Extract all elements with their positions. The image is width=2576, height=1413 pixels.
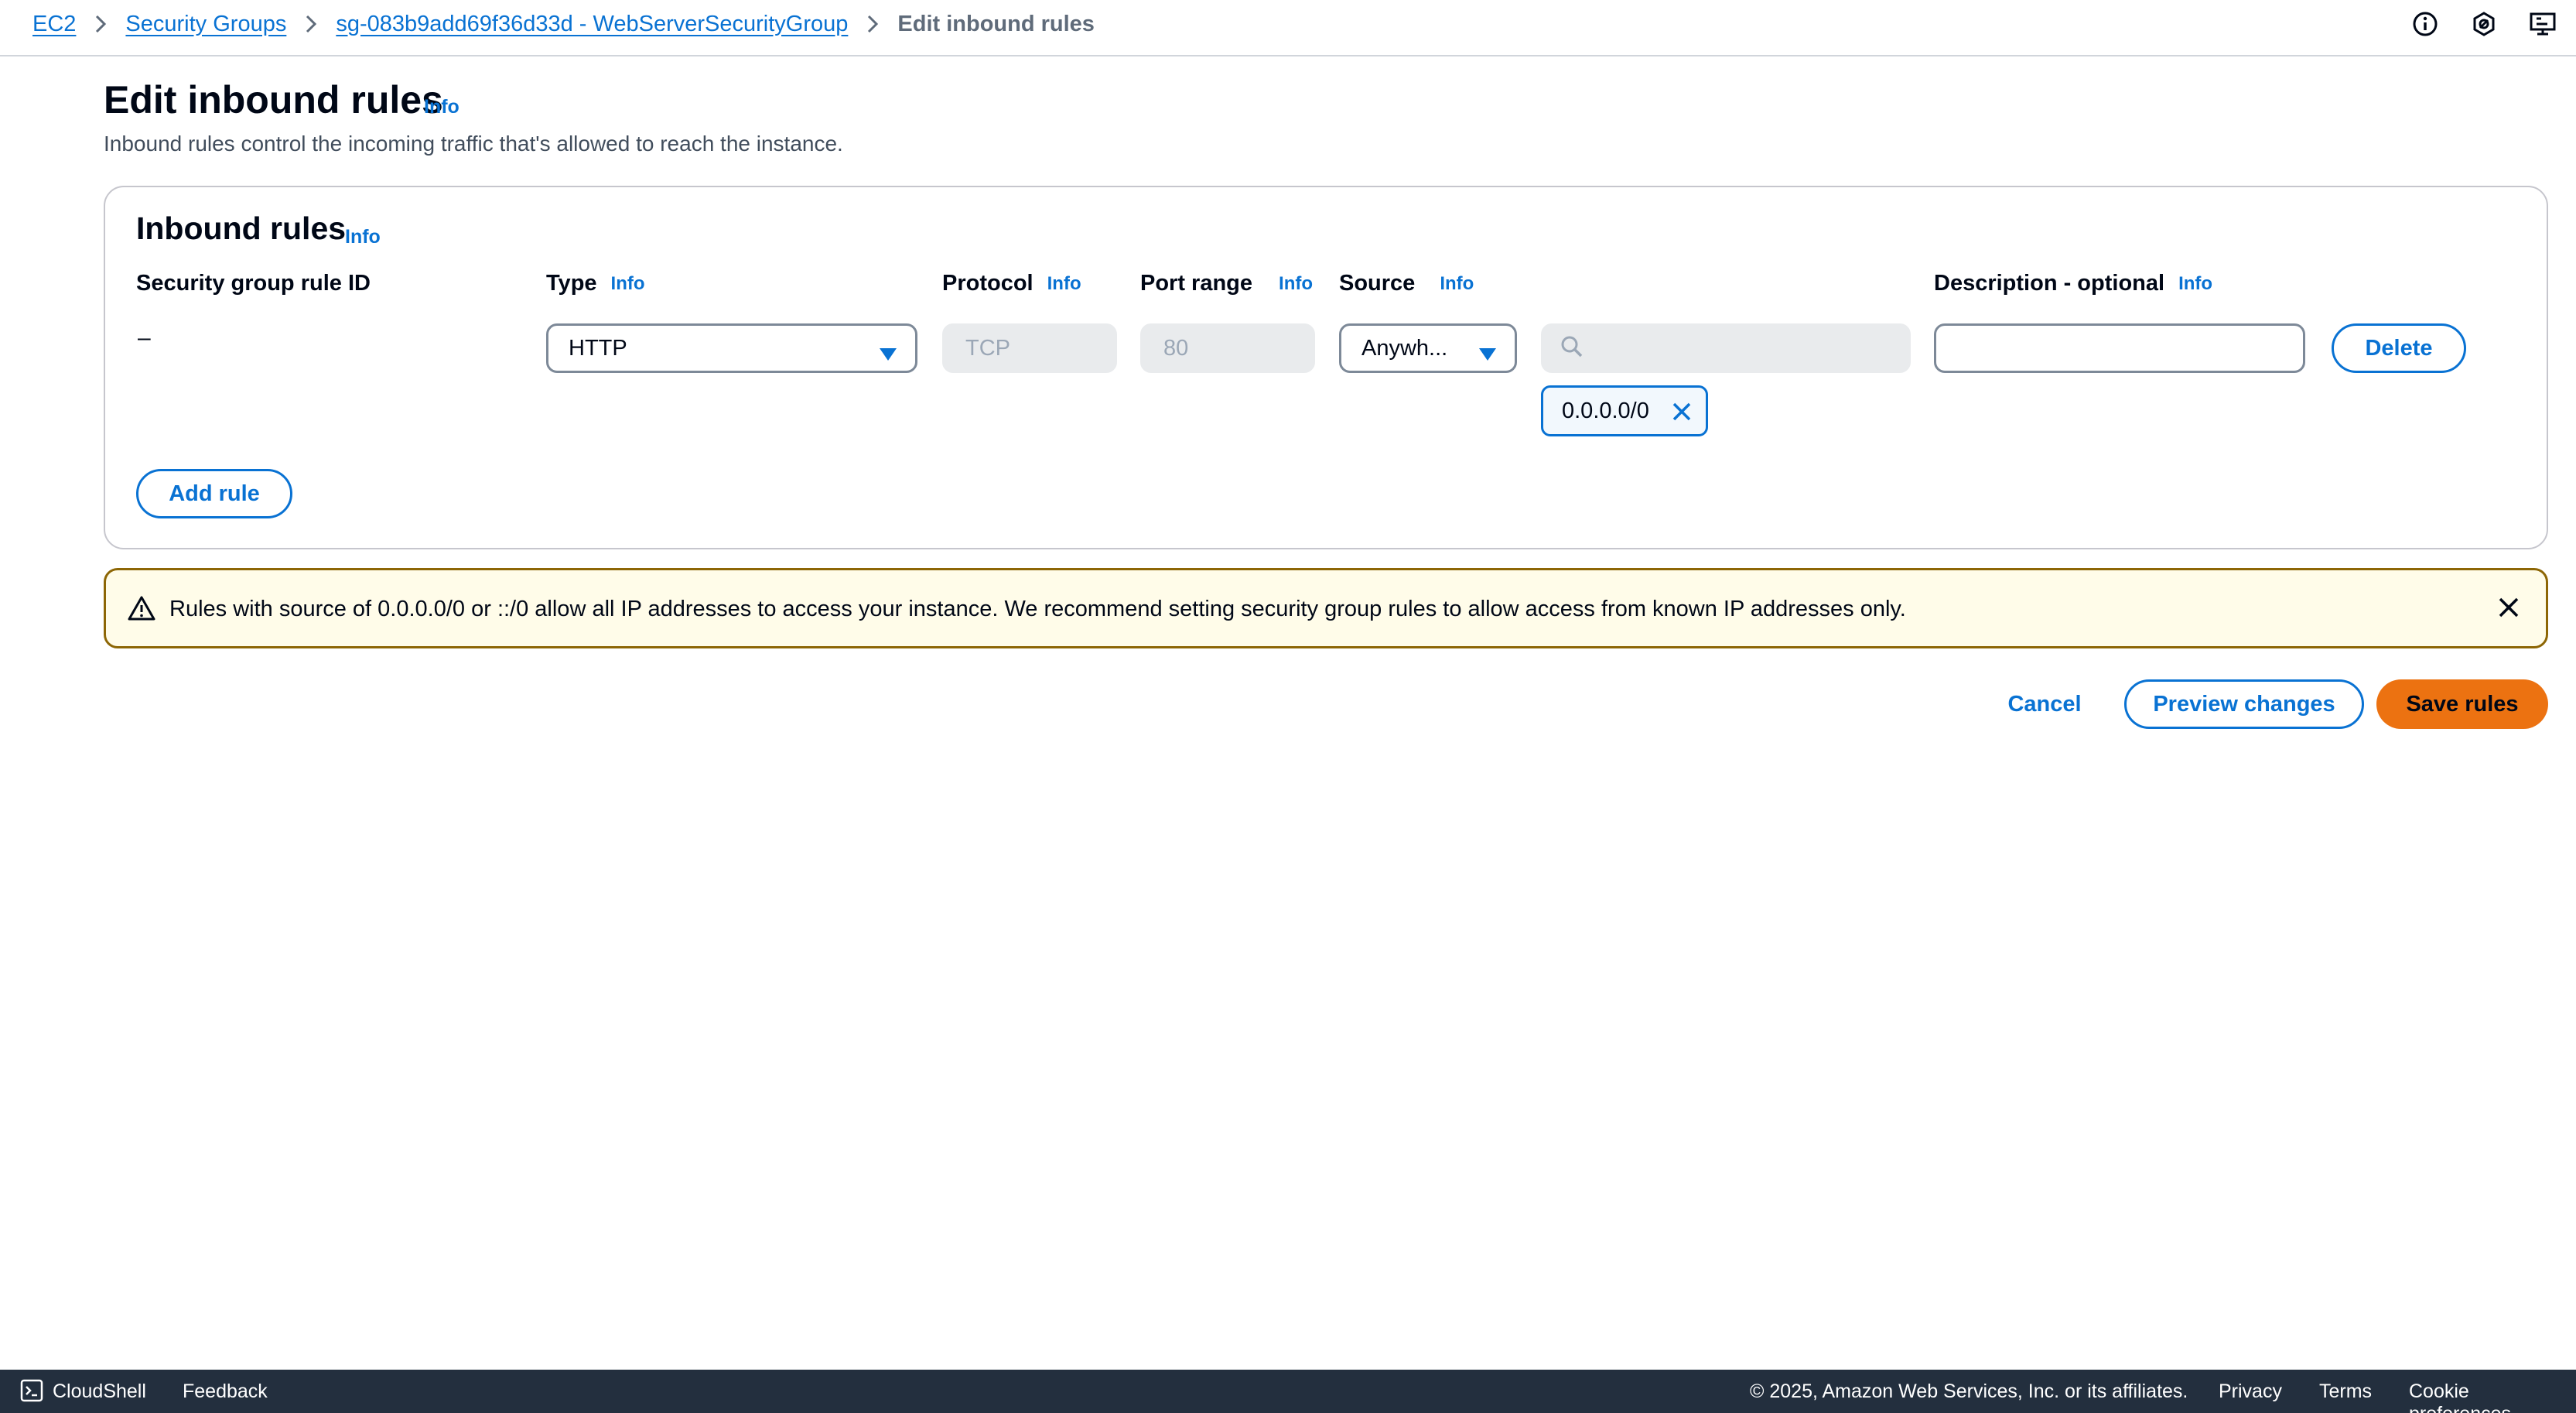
top-navigation-bar: EC2 Security Groups sg-083b9add69f36d33d… [0, 0, 2576, 56]
description-info-link[interactable]: Info [2178, 273, 2212, 295]
column-header-type: Type Info [546, 271, 645, 296]
chevron-right-icon [76, 13, 125, 35]
settings-icon[interactable] [2526, 8, 2559, 40]
column-header-rule-id: Security group rule ID [136, 271, 371, 296]
cidr-search-input[interactable] [1541, 323, 1911, 373]
type-info-link[interactable]: Info [611, 273, 645, 295]
notifications-icon[interactable] [2468, 8, 2500, 40]
close-icon[interactable] [2495, 594, 2523, 625]
add-rule-button[interactable]: Add rule [136, 469, 292, 518]
terms-link[interactable]: Terms [2319, 1380, 2372, 1403]
remove-token-icon[interactable] [1670, 400, 1693, 429]
port-range-input: 80 [1140, 323, 1315, 373]
source-info-link[interactable]: Info [1440, 273, 1474, 295]
chevron-right-icon [286, 13, 336, 35]
source-select[interactable]: Anywh... [1339, 323, 1517, 373]
cidr-token-label: 0.0.0.0/0 [1562, 398, 1649, 423]
top-icon-group [2409, 8, 2559, 40]
save-rules-button[interactable]: Save rules [2376, 679, 2548, 729]
column-header-description: Description - optional Info [1934, 271, 2212, 296]
protocol-value: TCP [965, 335, 1010, 361]
caret-down-icon [1478, 343, 1498, 368]
preview-changes-button[interactable]: Preview changes [2124, 679, 2364, 729]
breadcrumb-current: Edit inbound rules [897, 11, 1095, 36]
search-icon [1560, 334, 1584, 363]
delete-rule-button[interactable]: Delete [2332, 323, 2466, 373]
cloudshell-link[interactable]: CloudShell [53, 1380, 146, 1403]
column-label-description: Description - optional [1934, 271, 2165, 296]
warning-alert: Rules with source of 0.0.0.0/0 or ::/0 a… [104, 568, 2548, 648]
breadcrumb-security-groups[interactable]: Security Groups [125, 12, 286, 37]
page-title: Edit inbound rules [104, 78, 443, 121]
column-header-protocol: Protocol Info [942, 271, 1081, 296]
column-label-port-range: Port range [1140, 271, 1253, 296]
breadcrumb: EC2 Security Groups sg-083b9add69f36d33d… [32, 0, 1095, 48]
column-label-type: Type [546, 271, 597, 296]
console-footer: CloudShell Feedback © 2025, Amazon Web S… [0, 1370, 2576, 1413]
feedback-link[interactable]: Feedback [183, 1380, 268, 1403]
port-range-value: 80 [1163, 335, 1189, 361]
warning-alert-text: Rules with source of 0.0.0.0/0 or ::/0 a… [169, 597, 1906, 621]
column-label-rule-id: Security group rule ID [136, 271, 371, 296]
copyright-text: © 2025, Amazon Web Services, Inc. or its… [1750, 1380, 2188, 1402]
port-range-info-link[interactable]: Info [1279, 273, 1313, 295]
rule-id-value: – [138, 325, 151, 351]
description-input[interactable] [1934, 323, 2305, 373]
page-title-info-link[interactable]: Info [424, 96, 460, 118]
source-select-value: Anywh... [1361, 335, 1448, 361]
cookie-preferences-link[interactable]: Cookie preferences [2409, 1380, 2576, 1413]
cidr-token: 0.0.0.0/0 [1541, 385, 1708, 436]
column-label-protocol: Protocol [942, 271, 1033, 296]
breadcrumb-security-group[interactable]: sg-083b9add69f36d33d - WebServerSecurity… [336, 12, 848, 37]
page-description: Inbound rules control the incoming traff… [104, 132, 843, 156]
protocol-info-link[interactable]: Info [1047, 273, 1081, 295]
privacy-link[interactable]: Privacy [2219, 1380, 2282, 1403]
info-circle-icon[interactable] [2409, 8, 2441, 40]
cloudshell-icon[interactable] [20, 1379, 43, 1408]
inbound-rules-title: Inbound rules [136, 210, 347, 246]
inbound-rules-info-link[interactable]: Info [345, 226, 381, 248]
caret-down-icon [878, 343, 898, 368]
chevron-right-icon [848, 13, 897, 35]
column-header-source: Source Info [1339, 271, 1474, 296]
column-label-source: Source [1339, 271, 1416, 296]
inbound-rules-panel: Inbound rules Info Security group rule I… [104, 186, 2548, 549]
type-select[interactable]: HTTP [546, 323, 917, 373]
type-select-value: HTTP [569, 335, 627, 361]
protocol-input: TCP [942, 323, 1117, 373]
column-header-port-range: Port range Info [1140, 271, 1313, 296]
breadcrumb-ec2[interactable]: EC2 [32, 12, 76, 37]
cancel-button[interactable]: Cancel [1996, 679, 2093, 729]
warning-icon [128, 595, 155, 625]
